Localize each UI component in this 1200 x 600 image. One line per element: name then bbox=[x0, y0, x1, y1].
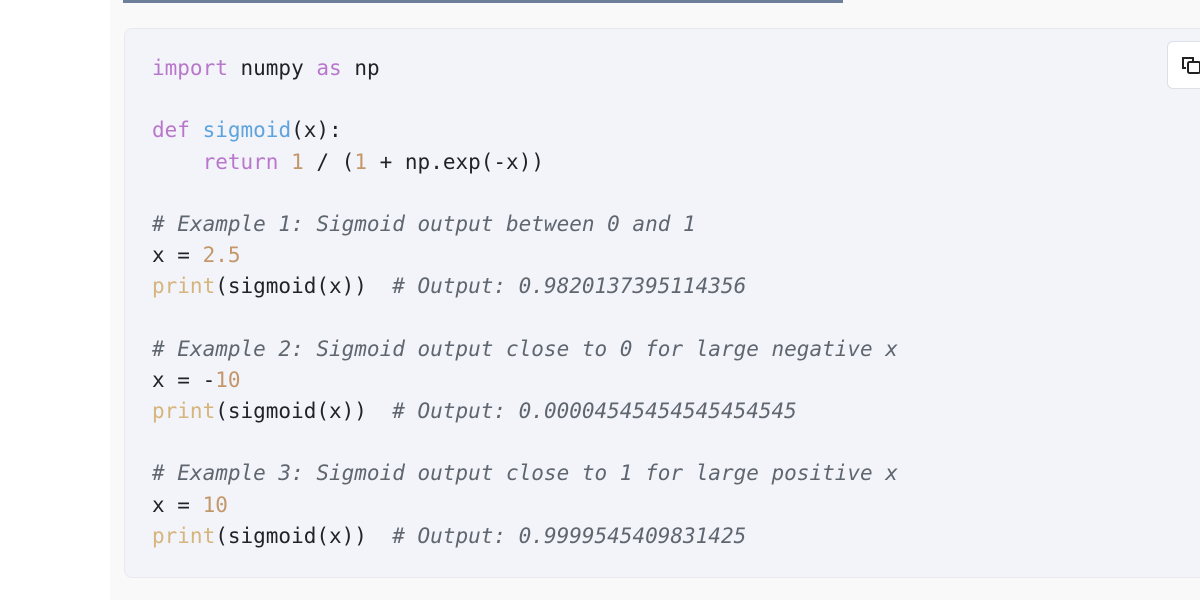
code-number: 1 bbox=[291, 149, 304, 174]
code-number: 10 bbox=[202, 492, 228, 517]
code-builtin: print bbox=[152, 523, 216, 548]
code-line: import numpy as np bbox=[152, 53, 898, 84]
code-text: x = - bbox=[152, 367, 216, 392]
code-text: (sigmoid(x)) bbox=[215, 399, 393, 424]
code-text: (sigmoid(x)) bbox=[215, 274, 393, 299]
code-line: # Example 1: Sigmoid output between 0 an… bbox=[152, 209, 898, 240]
code-comment: # Example 3: Sigmoid output close to 1 f… bbox=[152, 461, 898, 486]
code-line: print(sigmoid(x)) # Output: 0.9820137395… bbox=[152, 271, 898, 302]
code-line: # Example 2: Sigmoid output close to 0 f… bbox=[152, 334, 898, 365]
code-line: # Example 3: Sigmoid output close to 1 f… bbox=[152, 458, 898, 489]
code-number: 2.5 bbox=[202, 243, 241, 268]
code-line: def sigmoid(x): bbox=[152, 115, 898, 146]
code-keyword: def bbox=[152, 118, 190, 143]
copy-icon bbox=[1182, 57, 1200, 74]
code-text: (x): bbox=[291, 118, 342, 143]
code-comment: # Example 2: Sigmoid output close to 0 f… bbox=[152, 336, 898, 361]
code-text: + np.exp(-x)) bbox=[366, 149, 544, 174]
top-divider bbox=[123, 0, 843, 3]
code-text: (sigmoid(x)) bbox=[215, 523, 393, 548]
code-keyword: import bbox=[152, 56, 228, 80]
code-comment: # Output: 0.9999545409831425 bbox=[392, 523, 747, 548]
code-text: np bbox=[341, 56, 380, 80]
code-keyword: as bbox=[316, 56, 342, 80]
code-line: x = 2.5 bbox=[152, 240, 898, 271]
code-number: 10 bbox=[215, 367, 241, 392]
code-comment: # Output: 0.9820137395114356 bbox=[392, 274, 747, 299]
code-line: print(sigmoid(x)) # Output: 0.0000454545… bbox=[152, 396, 898, 427]
code-comment: # Output: 0.00004545454545454545 bbox=[392, 399, 797, 424]
code-text: numpy bbox=[227, 56, 317, 80]
code-builtin: print bbox=[152, 399, 216, 424]
code-line: x = -10 bbox=[152, 365, 898, 396]
code-text: x = bbox=[152, 243, 203, 268]
code-line: return 1 / (1 + np.exp(-x)) bbox=[152, 147, 898, 178]
code-line: print(sigmoid(x)) # Output: 0.9999545409… bbox=[152, 521, 898, 552]
code-comment: # Example 1: Sigmoid output between 0 an… bbox=[152, 211, 696, 236]
code-content: import numpy as np def sigmoid(x): return… bbox=[152, 53, 898, 552]
code-text: x = bbox=[152, 492, 203, 517]
code-function-name: sigmoid bbox=[202, 118, 292, 143]
code-keyword: return bbox=[202, 149, 279, 174]
copy-code-button[interactable] bbox=[1167, 41, 1200, 89]
code-text: / ( bbox=[303, 149, 355, 174]
code-line: x = 10 bbox=[152, 490, 898, 521]
code-builtin: print bbox=[152, 274, 216, 299]
code-number: 1 bbox=[354, 149, 367, 174]
code-block: import numpy as np def sigmoid(x): return… bbox=[124, 28, 1200, 578]
